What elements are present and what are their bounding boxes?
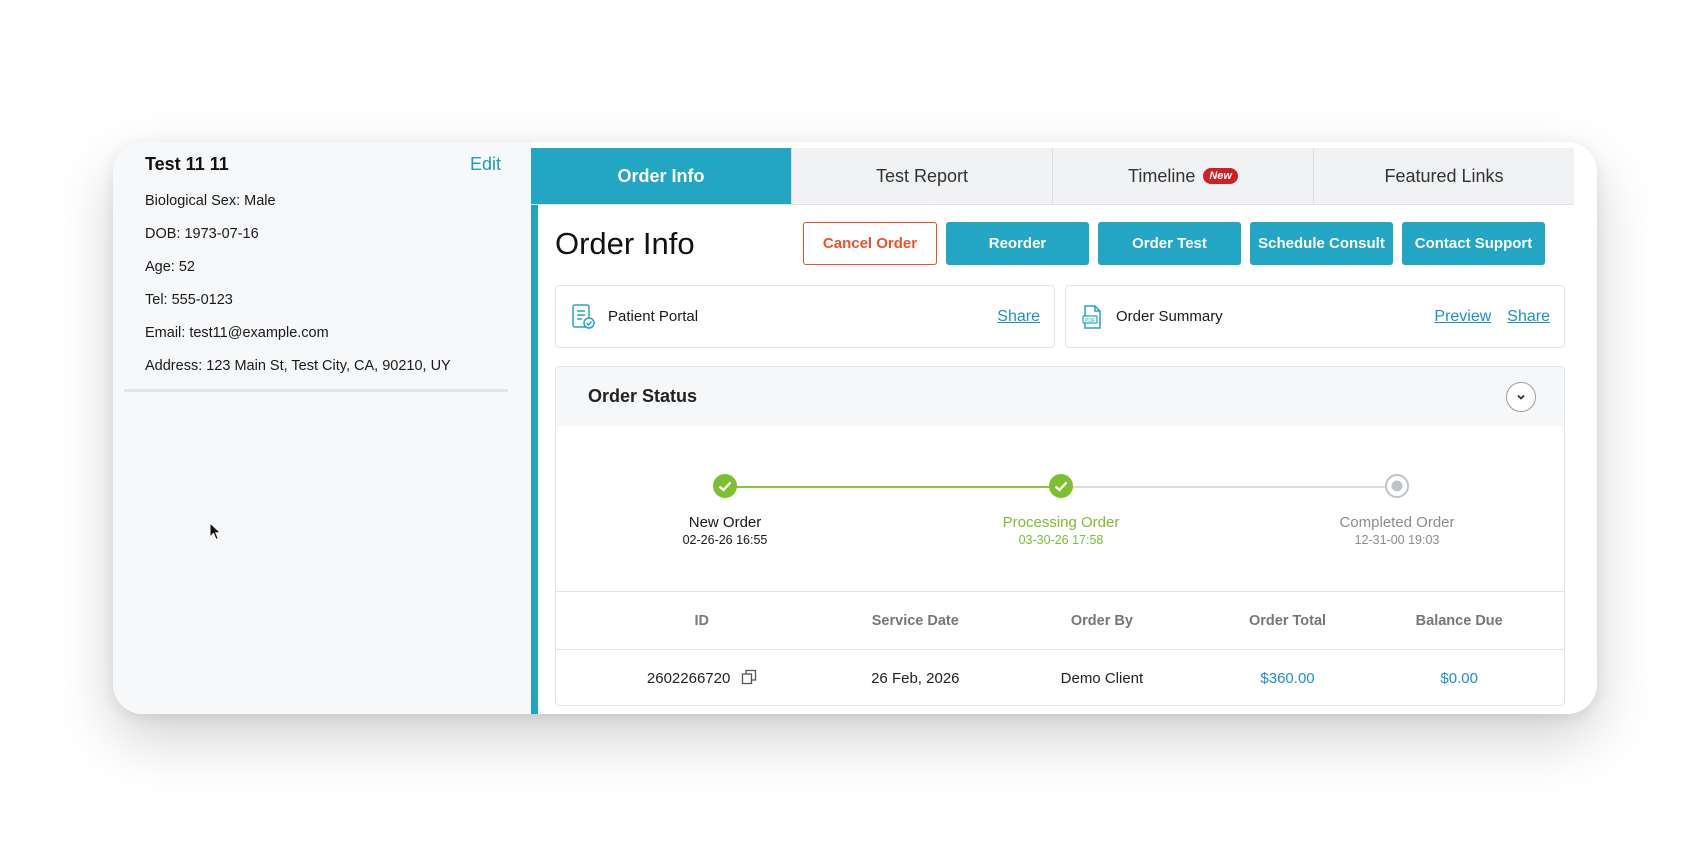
order-by-cell: Demo Client xyxy=(1060,669,1144,687)
table-row: 2602266720 26 Feb, 2026 Demo Client $360… xyxy=(556,650,1564,706)
order-status-panel: Order Status New Order 02-26-26 16:55 Pr… xyxy=(555,366,1565,706)
step-new-order: New Order 02-26-26 16:55 xyxy=(625,473,825,547)
patient-sex: Biological Sex: Male xyxy=(145,193,276,209)
contact-support-button[interactable]: Contact Support xyxy=(1402,222,1545,265)
main-accent-bar xyxy=(531,148,538,714)
pdf-document-icon: PDF xyxy=(1082,304,1101,329)
tab-bar: Order Info Test Report Timeline New Feat… xyxy=(531,148,1574,205)
patient-email: Email: test11@example.com xyxy=(145,325,329,341)
order-summary-card: PDF Order Summary Preview Share xyxy=(1065,285,1565,348)
order-total-cell: $360.00 xyxy=(1260,669,1315,687)
table-header-row: ID Service Date Order By Order Total Bal… xyxy=(556,591,1564,650)
order-summary-label: Order Summary xyxy=(1116,308,1223,325)
svg-text:PDF: PDF xyxy=(1085,317,1095,323)
order-summary-share-link[interactable]: Share xyxy=(1507,308,1550,326)
patient-address: Address: 123 Main St, Test City, CA, 902… xyxy=(145,358,451,374)
tab-test-report[interactable]: Test Report xyxy=(792,148,1053,204)
order-status-header: Order Status xyxy=(556,367,1564,426)
patient-header: Test 11 11 Edit xyxy=(145,154,501,175)
check-circle-icon xyxy=(1049,474,1073,498)
panel-divider xyxy=(124,389,508,392)
step-processing-order: Processing Order 03-30-26 17:58 xyxy=(961,473,1161,547)
tab-label: Featured Links xyxy=(1384,165,1504,186)
check-circle-icon xyxy=(713,474,737,498)
tab-featured-links[interactable]: Featured Links xyxy=(1314,148,1574,204)
new-badge: New xyxy=(1203,168,1238,184)
chevron-down-icon xyxy=(1517,394,1525,400)
order-card: Test 11 11 Edit Biological Sex: Male DOB… xyxy=(113,142,1597,714)
page-title: Order Info xyxy=(555,226,695,261)
cancel-order-button[interactable]: Cancel Order xyxy=(803,222,937,265)
reorder-button[interactable]: Reorder xyxy=(946,222,1089,265)
step-date: 12-31-00 19:03 xyxy=(1354,533,1440,547)
patient-info: Biological Sex: Male DOB: 1973-07-16 Age… xyxy=(145,192,451,390)
tab-label: Timeline xyxy=(1128,165,1196,186)
order-table: ID Service Date Order By Order Total Bal… xyxy=(556,591,1564,706)
portal-document-icon xyxy=(572,303,595,329)
patient-tel: Tel: 555-0123 xyxy=(145,292,233,308)
step-name: Completed Order xyxy=(1339,514,1455,531)
step-name: New Order xyxy=(688,514,762,531)
order-stepper: New Order 02-26-26 16:55 Processing Orde… xyxy=(556,426,1564,591)
step-date: 03-30-26 17:58 xyxy=(1018,533,1104,547)
col-header-order-total: Order Total xyxy=(1220,591,1355,650)
step-date: 02-26-26 16:55 xyxy=(682,533,768,547)
balance-due-cell: $0.00 xyxy=(1440,669,1478,687)
patient-panel: Test 11 11 Edit Biological Sex: Male DOB… xyxy=(113,142,531,714)
order-test-button[interactable]: Order Test xyxy=(1098,222,1241,265)
step-name: Processing Order xyxy=(1002,514,1120,531)
patient-portal-share-link[interactable]: Share xyxy=(997,308,1040,326)
order-id-cell: 2602266720 xyxy=(556,650,847,706)
collapse-button[interactable] xyxy=(1506,381,1536,412)
patient-age: Age: 52 xyxy=(145,259,195,275)
radio-pending-icon xyxy=(1385,474,1409,498)
service-date-cell: 26 Feb, 2026 xyxy=(871,669,960,687)
copy-icon[interactable] xyxy=(741,669,757,685)
schedule-consult-button[interactable]: Schedule Consult xyxy=(1250,222,1393,265)
patient-dob: DOB: 1973-07-16 xyxy=(145,226,259,242)
edit-patient-link[interactable]: Edit xyxy=(470,154,501,175)
step-completed-order: Completed Order 12-31-00 19:03 xyxy=(1297,473,1497,547)
tab-order-info[interactable]: Order Info xyxy=(531,148,792,204)
tab-timeline[interactable]: Timeline New xyxy=(1053,148,1314,204)
col-header-balance-due: Balance Due xyxy=(1354,591,1564,650)
col-header-order-by: Order By xyxy=(983,591,1221,650)
patient-portal-label: Patient Portal xyxy=(608,308,699,325)
order-id: 2602266720 xyxy=(646,670,731,688)
order-status-title: Order Status xyxy=(588,386,698,406)
col-header-id: ID xyxy=(556,591,848,650)
patient-portal-card: Patient Portal Share xyxy=(555,285,1055,348)
patient-name: Test 11 11 xyxy=(145,154,229,174)
order-summary-preview-link[interactable]: Preview xyxy=(1434,308,1491,326)
col-header-service-date: Service Date xyxy=(847,591,984,650)
tab-label: Test Report xyxy=(875,165,969,186)
tab-label: Order Info xyxy=(617,165,705,186)
mouse-cursor-icon xyxy=(209,522,222,541)
